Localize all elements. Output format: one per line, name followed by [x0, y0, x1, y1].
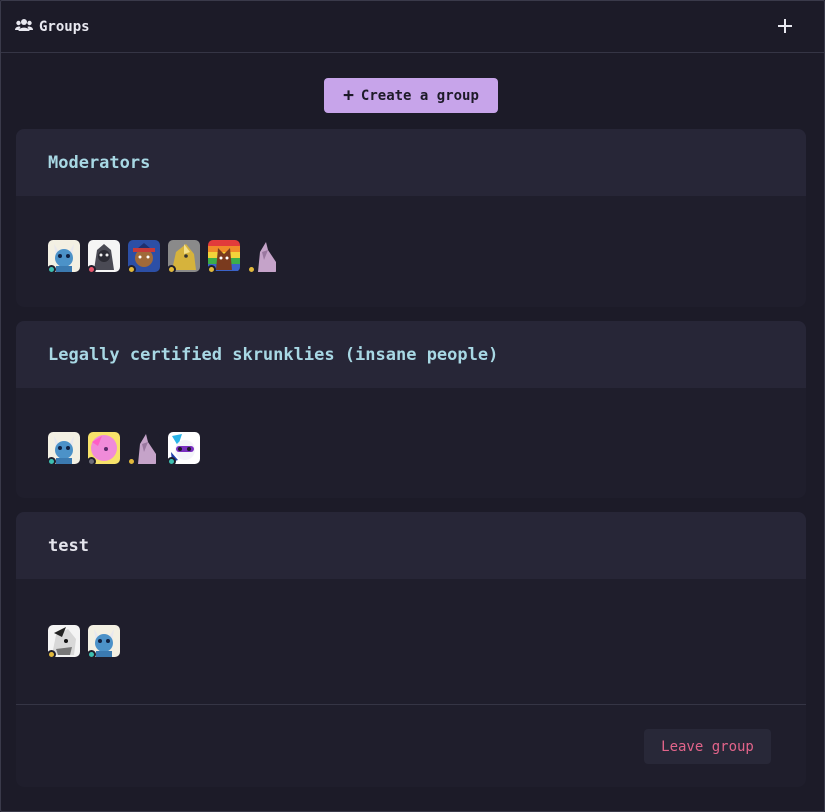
- status-indicator: [87, 265, 96, 274]
- group-members: [16, 388, 806, 498]
- group-card-skrunklies: Legally certified skrunklies (insane peo…: [16, 321, 806, 498]
- group-header: Legally certified skrunklies (insane peo…: [16, 321, 806, 388]
- member-avatar[interactable]: [167, 240, 200, 274]
- member-avatar[interactable]: [247, 240, 280, 274]
- group-name: test: [48, 535, 89, 556]
- status-indicator: [207, 265, 216, 274]
- status-indicator: [87, 457, 96, 466]
- member-avatar[interactable]: [127, 240, 160, 274]
- page-title: Groups: [39, 18, 90, 35]
- status-indicator: [167, 265, 176, 274]
- divider: [16, 704, 806, 705]
- group-members: [16, 196, 806, 307]
- member-avatar[interactable]: [47, 432, 80, 466]
- member-avatar[interactable]: [127, 432, 160, 466]
- group-name: Legally certified skrunklies (insane peo…: [48, 344, 499, 365]
- plus-icon: +: [343, 85, 354, 106]
- header-bar: Groups: [1, 1, 824, 53]
- status-indicator: [87, 650, 96, 659]
- group-name: Moderators: [48, 152, 151, 173]
- member-avatar[interactable]: [47, 240, 80, 274]
- member-avatar[interactable]: [87, 240, 120, 274]
- member-avatar[interactable]: [47, 625, 80, 659]
- group-card-test: test Leave group: [16, 512, 806, 787]
- status-indicator: [47, 265, 56, 274]
- member-avatar[interactable]: [167, 432, 200, 466]
- member-avatar[interactable]: [207, 240, 240, 274]
- member-avatar[interactable]: [87, 625, 120, 659]
- group-header: Moderators: [16, 129, 806, 196]
- groups-window: Groups + Create a group Moderators Legal…: [0, 0, 825, 812]
- plus-icon: [778, 19, 792, 33]
- status-indicator: [47, 457, 56, 466]
- member-avatar[interactable]: [87, 432, 120, 466]
- leave-group-button[interactable]: Leave group: [644, 729, 771, 764]
- status-indicator: [247, 265, 256, 274]
- status-indicator: [127, 457, 136, 466]
- group-card-moderators: Moderators: [16, 129, 806, 307]
- status-indicator: [167, 457, 176, 466]
- users-icon: [15, 17, 33, 36]
- add-group-button[interactable]: [772, 13, 798, 39]
- status-indicator: [47, 650, 56, 659]
- create-group-button[interactable]: + Create a group: [324, 78, 498, 113]
- group-header: test: [16, 512, 806, 579]
- status-indicator: [127, 265, 136, 274]
- group-members: [16, 579, 806, 704]
- create-group-label: Create a group: [360, 87, 479, 104]
